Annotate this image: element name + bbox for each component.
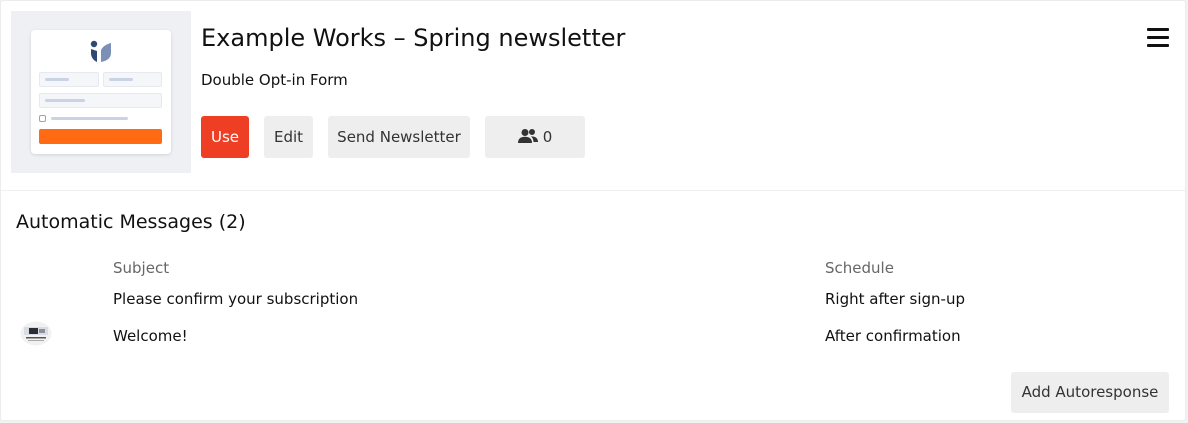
subscribers-count: 0 — [542, 128, 553, 146]
edit-button[interactable]: Edit — [264, 116, 313, 158]
schedule-column-header: Schedule — [825, 259, 894, 277]
message-schedule: After confirmation — [825, 327, 961, 345]
send-newsletter-button[interactable]: Send Newsletter — [328, 116, 470, 158]
form-preview-thumbnail[interactable] — [11, 11, 191, 173]
form-preview-checkbox — [39, 115, 46, 122]
users-icon — [517, 128, 538, 143]
automatic-messages-heading: Automatic Messages (2) — [16, 211, 246, 233]
message-subject[interactable]: Welcome! — [113, 327, 188, 345]
subject-column-header: Subject — [113, 259, 170, 277]
brand-logo-icon — [90, 40, 111, 62]
form-type: Double Opt-in Form — [201, 71, 348, 89]
form-preview-line — [109, 78, 133, 81]
form-preview-line — [45, 78, 69, 81]
message-schedule: Right after sign-up — [825, 290, 965, 308]
hamburger-menu-icon[interactable] — [1147, 28, 1169, 48]
subscribers-button[interactable]: 0 — [485, 116, 585, 158]
form-preview-card — [31, 30, 171, 154]
form-header: Example Works – Spring newsletter Double… — [1, 1, 1187, 191]
form-preview-line — [51, 117, 128, 120]
form-preview-line — [45, 99, 85, 102]
email-preview-icon[interactable] — [20, 321, 52, 346]
form-title: Example Works – Spring newsletter — [201, 24, 626, 52]
form-preview-submit — [39, 129, 162, 144]
form-card: Example Works – Spring newsletter Double… — [0, 0, 1187, 421]
use-button[interactable]: Use — [201, 116, 249, 158]
message-subject[interactable]: Please confirm your subscription — [113, 290, 358, 308]
add-autoresponse-button[interactable]: Add Autoresponse — [1011, 372, 1169, 413]
